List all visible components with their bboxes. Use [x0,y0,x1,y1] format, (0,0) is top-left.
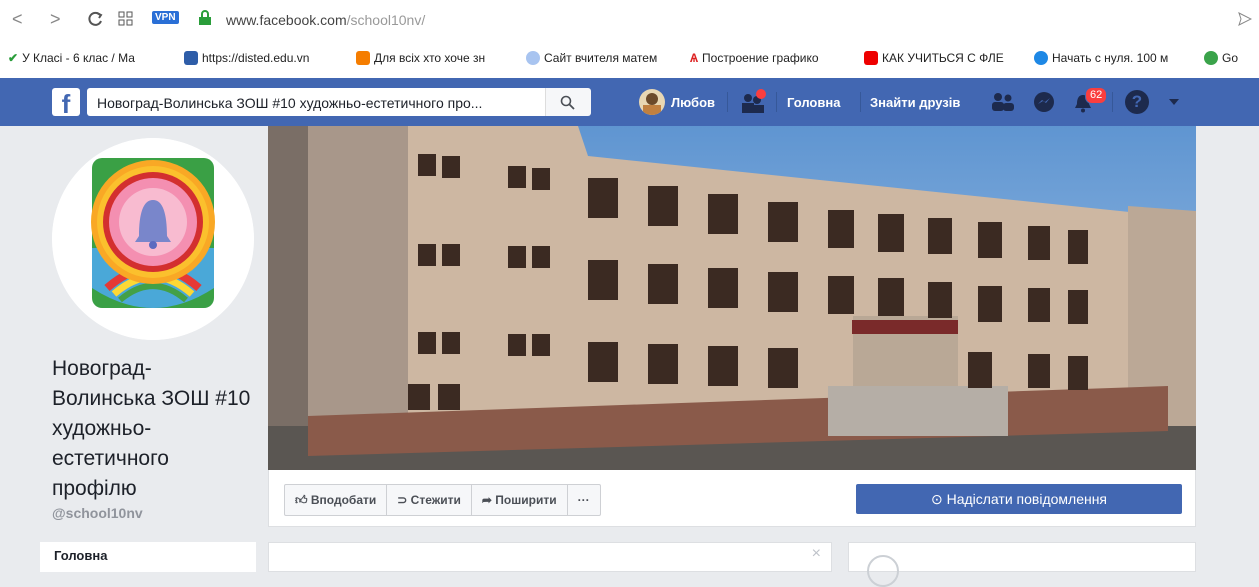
follow-label: Стежити [410,493,461,507]
browser-toolbar [0,0,1259,40]
divider [860,92,861,112]
avatar[interactable] [639,89,665,115]
page-handle[interactable]: @school10nv [52,505,143,521]
vpn-badge[interactable]: VPN [152,11,179,24]
bookmark-5[interactable]: КАК УЧИТЬСЯ С ФЛЕ [864,51,1004,65]
chat-icon [1204,51,1218,65]
bookmark-7[interactable]: Go [1204,51,1238,65]
divider [776,92,777,112]
like-label: Вподобати [310,493,377,507]
search-icon [560,95,575,110]
reload-icon[interactable] [86,10,104,28]
messenger-icon: ⊙ [930,491,943,507]
rss-icon: ⊃ [397,493,408,507]
lock-icon [199,10,211,25]
forward-icon[interactable]: > [50,8,61,30]
friend-requests-icon[interactable] [990,90,1016,114]
bookmark-6[interactable]: Начать с нуля. 100 м [1034,51,1168,65]
like-button[interactable]: 👍︎ Вподобати [285,485,388,515]
notification-count-badge: 62 [1085,87,1108,104]
bookmark-3[interactable]: Сайт вчителя матем [526,51,657,65]
messenger-icon[interactable] [1032,90,1056,114]
send-message-button[interactable]: ⊙ Надіслати повідомлення [856,484,1182,514]
blogger-icon [356,51,370,65]
page-actions-group: 👍︎ Вподобати ⊃ Стежити ➦ Поширити ··· [284,484,601,516]
bookmark-label: Для всіх хто хоче зн [374,51,486,65]
close-icon[interactable]: × [812,545,821,563]
cover-photo[interactable] [268,126,1196,470]
bookmark-label: У Класі - 6 клас / Ма [22,51,135,65]
follow-button[interactable]: ⊃ Стежити [387,485,472,515]
site-icon [526,51,540,65]
apps-grid-icon[interactable] [118,11,134,27]
globe-icon [1034,51,1048,65]
home-link[interactable]: Головна [787,95,840,110]
url-host: www.facebook.com [226,12,347,28]
page-profile-picture[interactable] [52,138,254,340]
url-path: /school10nv/ [346,12,426,28]
search-box [87,88,590,118]
share-label: Поширити [495,493,557,507]
bookmark-label: https://disted.edu.vn [202,51,310,65]
find-friends-link[interactable]: Знайти друзів [870,95,960,110]
help-icon[interactable]: ? [1125,90,1149,114]
bookmark-label: Go [1222,51,1239,65]
back-icon[interactable]: < [12,8,23,30]
grid-icon [184,51,198,65]
sidebar-item-home[interactable]: Головна [40,542,256,572]
right-column-card [848,542,1196,587]
like-icon: 👍︎ [295,493,308,507]
sidebar-item-label: Головна [54,548,108,563]
search-button[interactable] [545,88,591,116]
send-icon[interactable] [1238,12,1252,26]
more-button[interactable]: ··· [568,485,600,515]
bookmark-0[interactable]: ✔ У Класі - 6 клас / Ма [8,51,135,65]
send-message-label: Надіслати повідомлення [946,491,1108,507]
school-building-image [268,126,1196,470]
bookmark-label: Построение графико [702,51,819,65]
bookmark-4[interactable]: Ѧ Построение графико [690,51,819,65]
graph-icon: Ѧ [690,51,699,65]
divider [727,92,728,112]
youtube-icon [864,51,878,65]
share-button[interactable]: ➦ Поширити [472,485,568,515]
school-logo [52,138,254,340]
composer-card: × [268,542,832,572]
check-icon: ✔ [8,51,19,65]
bookmark-label: Начать с нуля. 100 м [1052,51,1169,65]
page-title: Новоград-Волинська ЗОШ #10 художньо-есте… [52,357,251,500]
bookmark-label: КАК УЧИТЬСЯ С ФЛЕ [882,51,1004,65]
address-bar[interactable]: www.facebook.com/school10nv/ [226,12,425,28]
create-icon[interactable] [738,88,768,116]
profile-link[interactable]: Любов [671,95,715,110]
chevron-down-icon[interactable] [1168,97,1180,107]
bookmark-1[interactable]: https://disted.edu.vn [184,51,309,65]
facebook-logo-icon[interactable]: f [52,88,80,116]
share-icon: ➦ [481,493,492,507]
bookmarks-bar: ✔ У Класі - 6 клас / Ма https://disted.ed… [0,40,1259,79]
divider [1112,92,1113,112]
bookmark-2[interactable]: Для всіх хто хоче зн [356,51,485,65]
search-input[interactable] [95,88,547,118]
bookmark-label: Сайт вчителя матем [544,51,658,65]
